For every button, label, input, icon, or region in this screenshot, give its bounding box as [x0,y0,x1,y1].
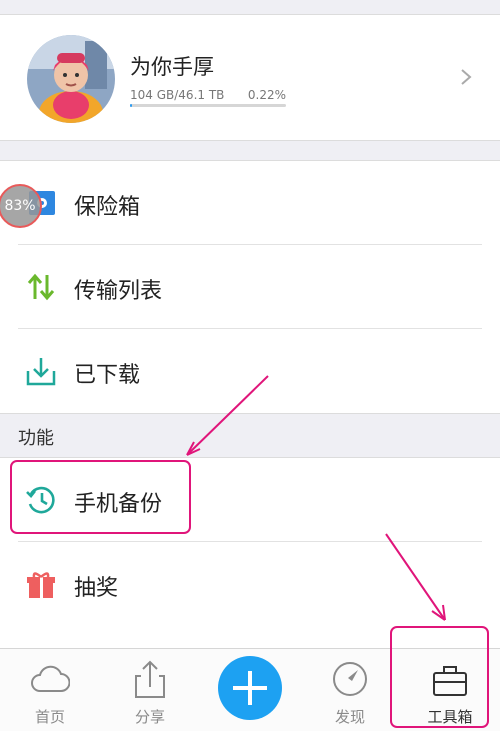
download-tray-icon [26,358,56,386]
storage-progress-bar [130,104,286,107]
top-spacer [0,0,500,15]
section-title-features: 功能 [18,428,54,449]
clock-backup-icon [26,486,55,514]
tab-label: 工具箱 [427,708,473,726]
menu-item-lottery[interactable]: 抽奖 [0,542,500,626]
chevron-right-icon [461,69,472,85]
tab-toolbox[interactable]: 工具箱 [400,649,500,731]
progress-badge-text: 83% [4,198,36,214]
transfer-arrows-icon [27,273,55,301]
avatar[interactable] [27,35,115,123]
tab-label: 发现 [334,708,365,726]
share-icon [135,660,165,698]
tab-share[interactable]: 分享 [100,649,200,731]
menu-item-label: 传输列表 [74,279,163,304]
add-button[interactable] [218,656,282,720]
menu-group-main: 保险箱 传输列表 已下载 [0,160,500,414]
cloud-icon [31,665,70,692]
tab-home[interactable]: 首页 [0,649,100,731]
menu-group-features: 手机备份 抽奖 [0,457,500,648]
tab-label: 首页 [34,708,65,726]
plus-icon [233,671,267,705]
menu-item-transfer-list[interactable]: 传输列表 [0,245,500,329]
storage-quota: 104 GB/46.1 TB 0.22% [130,88,286,102]
compass-icon [333,662,367,696]
menu-item-label: 手机备份 [74,492,163,517]
menu-item-downloaded[interactable]: 已下载 [0,329,500,413]
storage-progress-fill [130,104,133,107]
menu-item-phone-backup[interactable]: 手机备份 [0,458,500,542]
profile-card[interactable]: 为你手厚 104 GB/46.1 TB 0.22% [0,15,500,141]
progress-badge[interactable]: 83% [0,184,42,228]
menu-item-safe-box[interactable]: 保险箱 [0,161,500,245]
menu-item-label: 抽奖 [74,576,119,601]
toolbox-icon [433,666,467,696]
menu-item-label: 保险箱 [74,195,141,220]
menu-item-label: 已下载 [74,363,141,388]
tab-discover[interactable]: 发现 [300,649,400,731]
username: 为你手厚 [130,55,214,79]
gift-icon [27,572,55,598]
tab-label: 分享 [134,708,165,726]
storage-used: 104 GB/46.1 TB [130,88,225,102]
arrow-head [186,441,201,456]
storage-percent: 0.22% [247,88,286,102]
